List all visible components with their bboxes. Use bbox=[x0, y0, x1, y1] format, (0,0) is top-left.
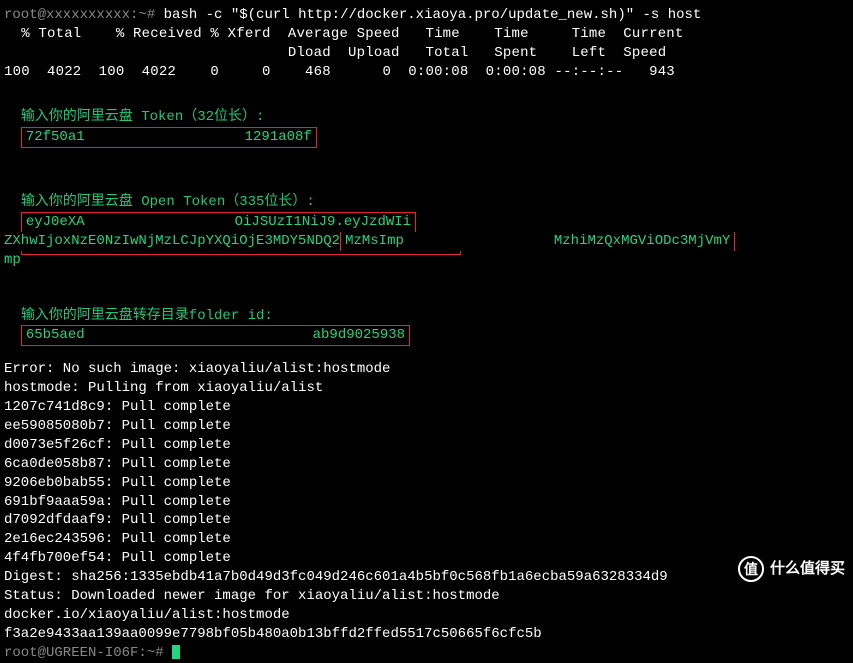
docker-image: docker.io/xiaoyaliu/alist:hostmode bbox=[4, 606, 849, 625]
docker-layer: d7092dfdaaf9: Pull complete bbox=[4, 511, 849, 530]
docker-error: Error: No such image: xiaoyaliu/alist:ho… bbox=[4, 360, 849, 379]
docker-layer: 9206eb0bab55: Pull complete bbox=[4, 474, 849, 493]
open-token-l3: mp bbox=[4, 252, 21, 268]
watermark: 值 什么值得买 bbox=[738, 556, 845, 582]
shell-command: bash -c "$(curl http://docker.xiaoya.pro… bbox=[164, 7, 702, 23]
open-token-l2-pre: ZXhwIjoxNzE0NzIwNjMzLCJpYXQiOjE3MDY5NDQ2 bbox=[4, 233, 340, 249]
open-token-box-l1: eyJ0eXA OiJSUzI1NiJ9.eyJzdWIi bbox=[21, 212, 416, 232]
folder-value-box: 65b5aed ab9d9025938 bbox=[21, 325, 410, 346]
watermark-badge: 值 bbox=[738, 556, 764, 582]
open-token-box-l2: MzMsImp MzhiMzQxMGViODc3MjVmY bbox=[340, 232, 735, 251]
docker-digest: Digest: sha256:1335ebdb41a7b0d49d3fc049d… bbox=[4, 568, 849, 587]
curl-row: 100 4022 100 4022 0 0 468 0 0:00:08 0:00… bbox=[4, 63, 849, 82]
open-token-l2-post: MzhiMzQxMGViODc3MjVmY bbox=[554, 233, 730, 249]
open-token-line3: mp bbox=[4, 251, 849, 270]
shell-prompt-final: root@UGREEN-I06F:~# bbox=[4, 644, 849, 663]
cursor-block bbox=[172, 645, 180, 659]
docker-layer: 4f4fb700ef54: Pull complete bbox=[4, 549, 849, 568]
folder-value-post: ab9d9025938 bbox=[313, 327, 405, 343]
docker-layer: 6ca0de058b87: Pull complete bbox=[4, 455, 849, 474]
docker-layers: 1207c741d8c9: Pull completeee59085080b7:… bbox=[4, 398, 849, 568]
open-token-l2-mid: MzMsImp bbox=[345, 233, 404, 249]
token-value-pre: 72f50a1 bbox=[26, 129, 85, 145]
docker-container: f3a2e9433aa139aa0099e7798bf05b480a0b13bf… bbox=[4, 625, 849, 644]
folder-prompt-line: 输入你的阿里云盘转存目录folder id: 65b5aed ab9d902593… bbox=[4, 288, 849, 347]
curl-header-2: Dload Upload Total Spent Left Speed bbox=[4, 44, 849, 63]
open-token-label: 输入你的阿里云盘 Open Token（335位长）: bbox=[21, 194, 315, 210]
last-prompt: root@UGREEN-I06F:~# bbox=[4, 645, 164, 661]
docker-layer: 2e16ec243596: Pull complete bbox=[4, 530, 849, 549]
folder-label: 输入你的阿里云盘转存目录folder id: bbox=[21, 308, 273, 324]
docker-pulling: hostmode: Pulling from xiaoyaliu/alist bbox=[4, 379, 849, 398]
docker-layer: ee59085080b7: Pull complete bbox=[4, 417, 849, 436]
watermark-text: 什么值得买 bbox=[770, 559, 845, 579]
token-value-post: 1291a08f bbox=[245, 129, 312, 145]
curl-header-1: % Total % Received % Xferd Average Speed… bbox=[4, 25, 849, 44]
token-value-box: 72f50a1 1291a08f bbox=[21, 127, 317, 148]
docker-layer: 1207c741d8c9: Pull complete bbox=[4, 398, 849, 417]
open-token-l1-post: OiJSUzI1NiJ9.eyJzdWIi bbox=[235, 214, 411, 230]
docker-layer: d0073e5f26cf: Pull complete bbox=[4, 436, 849, 455]
open-token-l1-pre: eyJ0eXA bbox=[26, 214, 85, 230]
folder-value-pre: 65b5aed bbox=[26, 327, 85, 343]
token-label: 输入你的阿里云盘 Token（32位长）: bbox=[21, 109, 265, 125]
token-prompt-line: 输入你的阿里云盘 Token（32位长）: 72f50a1 1291a08f bbox=[4, 90, 849, 149]
docker-layer: 691bf9aaa59a: Pull complete bbox=[4, 493, 849, 512]
open-token-line2: ZXhwIjoxNzE0NzIwNjMzLCJpYXQiOjE3MDY5NDQ2… bbox=[4, 232, 849, 251]
open-token-box-bottom bbox=[21, 251, 461, 255]
open-token-line1: 输入你的阿里云盘 Open Token（335位长）: eyJ0eXA OiJSU… bbox=[4, 174, 849, 232]
shell-prompt: root@xxxxxxxxxx:~# bbox=[4, 7, 155, 23]
shell-prompt-line: root@xxxxxxxxxx:~# bash -c "$(curl http:… bbox=[4, 6, 849, 25]
docker-status: Status: Downloaded newer image for xiaoy… bbox=[4, 587, 849, 606]
